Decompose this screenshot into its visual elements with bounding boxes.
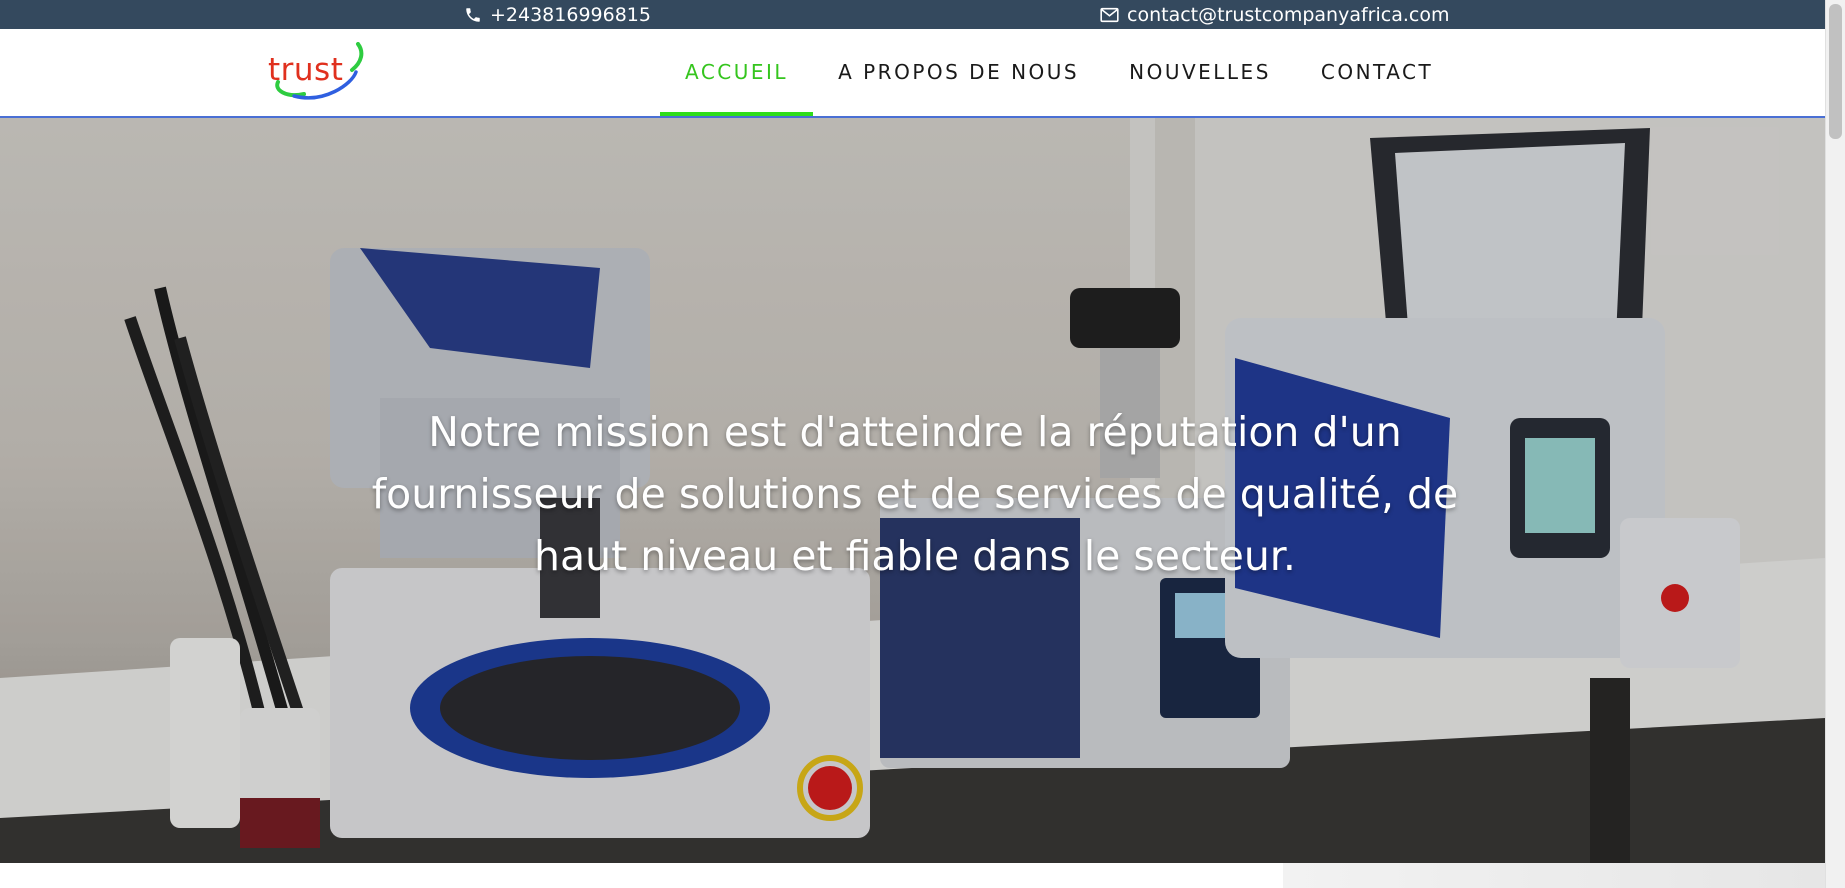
hero-mission-statement: Notre mission est d'atteindre la réputat… <box>371 408 1459 580</box>
hero-banner: Notre mission est d'atteindre la réputat… <box>0 118 1825 863</box>
scrollbar-thumb[interactable] <box>1829 4 1842 139</box>
phone-contact[interactable]: +243816996815 <box>464 4 651 26</box>
next-section-decoration <box>1283 863 1825 888</box>
nav-item-nouvelles[interactable]: NOUVELLES <box>1104 29 1296 116</box>
envelope-icon <box>1100 7 1119 23</box>
nav-item-accueil[interactable]: ACCUEIL <box>660 29 814 116</box>
email-address[interactable]: contact@trustcompanyafrica.com <box>1127 4 1449 26</box>
nav-item-a-propos[interactable]: A PROPOS DE NOUS <box>813 29 1104 116</box>
next-section-edge <box>0 863 1825 888</box>
phone-icon <box>464 6 482 24</box>
main-navigation: ACCUEIL A PROPOS DE NOUS NOUVELLES CONTA… <box>660 29 1458 116</box>
svg-text:trust: trust <box>268 52 343 88</box>
phone-number[interactable]: +243816996815 <box>490 4 651 26</box>
nav-item-contact[interactable]: CONTACT <box>1296 29 1458 116</box>
email-contact[interactable]: contact@trustcompanyafrica.com <box>1100 4 1449 26</box>
site-header: trust ACCUEIL A PROPOS DE NOUS NOUVELLES… <box>0 29 1825 118</box>
page-scrollbar[interactable] <box>1825 0 1845 888</box>
trust-logo[interactable]: trust <box>264 42 374 104</box>
top-contact-bar: +243816996815 contact@trustcompanyafrica… <box>0 0 1825 29</box>
